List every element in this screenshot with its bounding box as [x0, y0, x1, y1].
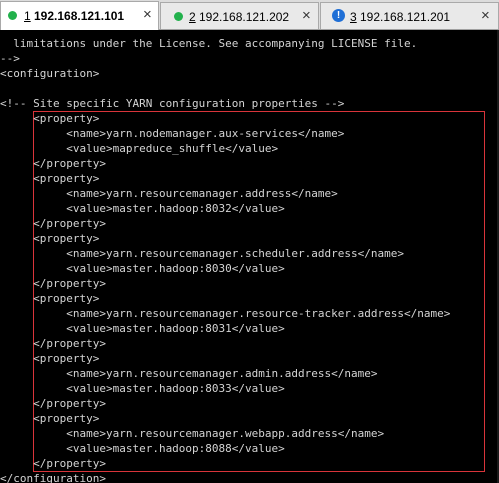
tab-host-label: 192.168.121.202	[199, 10, 290, 24]
terminal-line: <property>	[0, 232, 100, 245]
terminal-line: </property>	[0, 397, 106, 410]
terminal-line: <property>	[0, 112, 100, 125]
terminal-line: </property>	[0, 337, 106, 350]
terminal-line: -->	[0, 52, 20, 65]
terminal-line: <name>yarn.resourcemanager.webapp.addres…	[0, 427, 385, 440]
terminal-line: <property>	[0, 292, 100, 305]
terminal-line: limitations under the License. See accom…	[0, 37, 418, 50]
tab-number: 1	[24, 9, 31, 23]
tab-number: 3	[350, 10, 357, 24]
terminal-output[interactable]: limitations under the License. See accom…	[0, 30, 499, 483]
terminal-line: <value>master.hadoop:8030</value>	[0, 262, 285, 275]
terminal-line: <name>yarn.resourcemanager.admin.address…	[0, 367, 378, 380]
terminal-line: <value>master.hadoop:8033</value>	[0, 382, 285, 395]
ssh-client-window: 1 192.168.121.101 × 2 192.168.121.202 × …	[0, 0, 499, 483]
connected-status-icon	[174, 12, 183, 21]
terminal-line: </property>	[0, 157, 106, 170]
terminal-line: <value>master.hadoop:8032</value>	[0, 202, 285, 215]
tab-session-3[interactable]: ! 3 192.168.121.201 ×	[320, 2, 499, 29]
close-tab-icon[interactable]: ×	[143, 7, 152, 22]
tab-session-1[interactable]: 1 192.168.121.101 ×	[0, 1, 159, 30]
terminal-line: <!-- Site specific YARN configuration pr…	[0, 97, 345, 110]
tab-session-2[interactable]: 2 192.168.121.202 ×	[160, 2, 319, 29]
terminal-line: <name>yarn.nodemanager.aux-services</nam…	[0, 127, 345, 140]
terminal-line: </configuration>	[0, 472, 106, 483]
tab-host-label: 192.168.121.201	[360, 10, 451, 24]
terminal-line: <value>master.hadoop:8031</value>	[0, 322, 285, 335]
terminal-line: <name>yarn.resourcemanager.resource-trac…	[0, 307, 451, 320]
tab-number: 2	[189, 10, 196, 24]
close-tab-icon[interactable]: ×	[481, 8, 490, 23]
terminal-line: <configuration>	[0, 67, 100, 80]
terminal-line: <name>yarn.resourcemanager.scheduler.add…	[0, 247, 404, 260]
terminal-line: <property>	[0, 412, 100, 425]
connected-status-icon	[8, 11, 17, 20]
close-tab-icon[interactable]: ×	[302, 8, 311, 23]
warning-status-icon: !	[332, 9, 345, 22]
terminal-line: </property>	[0, 217, 106, 230]
terminal-line: </property>	[0, 277, 106, 290]
session-tab-bar: 1 192.168.121.101 × 2 192.168.121.202 × …	[0, 0, 499, 30]
terminal-line: </property>	[0, 457, 106, 470]
tab-host-label: 192.168.121.101	[34, 9, 125, 23]
terminal-line: <name>yarn.resourcemanager.address</name…	[0, 187, 338, 200]
terminal-line: <property>	[0, 352, 100, 365]
terminal-line: <property>	[0, 172, 100, 185]
terminal-line: <value>mapreduce_shuffle</value>	[0, 142, 279, 155]
terminal-line: <value>master.hadoop:8088</value>	[0, 442, 285, 455]
